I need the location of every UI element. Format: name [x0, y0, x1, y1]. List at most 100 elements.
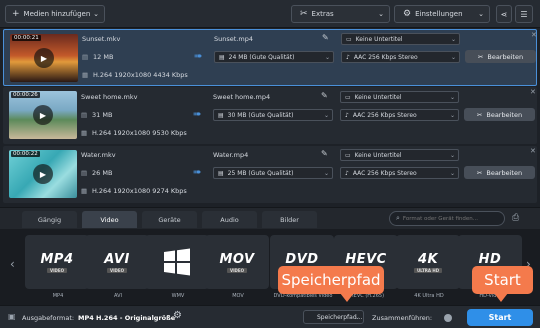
mp4-logo-icon: MP4 VIDEO: [25, 235, 89, 289]
edit-button[interactable]: ✂ Bearbeiten: [464, 108, 535, 121]
scissors-icon: ✂: [476, 168, 483, 177]
format-tile-avi[interactable]: AVI VIDEO AVI: [85, 235, 151, 299]
file-size-icon: ▤: [81, 169, 88, 177]
format-label: AVI: [114, 293, 122, 299]
convert-arrow-icon: ➠: [194, 51, 203, 62]
chevron-down-icon: ⌄: [450, 53, 456, 61]
subtitle-select[interactable]: ▭ Keine Untertitel ⌄: [340, 91, 459, 103]
chevron-down-icon: ⌄: [478, 10, 484, 18]
format-tile-4k[interactable]: 4K ULTRA HD 4K Ultra HD: [396, 235, 462, 299]
codec-info: H.264 1920x1080 9274 Kbps: [92, 187, 187, 195]
codec-icon: ▦: [81, 129, 88, 137]
tab-video[interactable]: Video: [82, 211, 137, 228]
audio-select[interactable]: ♪ AAC 256 Kbps Stereo ⌄: [341, 51, 460, 63]
tab-common[interactable]: Gängig: [22, 211, 77, 228]
remove-file-icon[interactable]: ✕: [530, 147, 536, 155]
edit-button[interactable]: ✂ Bearbeiten: [464, 166, 535, 179]
remove-file-icon[interactable]: ✕: [530, 88, 536, 96]
play-icon[interactable]: ▶: [34, 48, 54, 68]
audio-select[interactable]: ♪ AAC 256 Kbps Stereo ⌄: [340, 109, 459, 121]
tab-devices[interactable]: Geräte: [142, 211, 197, 228]
pencil-icon[interactable]: ✎: [322, 33, 329, 42]
add-media-button[interactable]: + Medien hinzufügen ⌄: [5, 5, 105, 23]
tab-images[interactable]: Bilder: [262, 211, 317, 228]
audio-select[interactable]: ♪ AAC 256 Kbps Stereo ⌄: [340, 167, 459, 179]
output-size-icon: ▤: [218, 111, 224, 119]
edit-button-label: Bearbeiten: [487, 52, 524, 61]
tools-icon: ✂: [300, 9, 308, 19]
format-tile-wmv[interactable]: WMV: [145, 235, 211, 299]
start-callout-text: Start: [484, 271, 521, 289]
tab-audio[interactable]: Audio: [202, 211, 257, 228]
subtitle-select[interactable]: ▭ Keine Untertitel ⌄: [340, 149, 459, 161]
output-name: Sunset.mp4: [214, 35, 253, 43]
video-thumbnail[interactable]: 00:00:21 ▶: [10, 34, 78, 82]
save-path-select[interactable]: Speicherpfad... ⌄: [303, 310, 364, 324]
subtitle-value: Keine Untertitel: [355, 35, 403, 43]
subtitle-icon: ▭: [345, 93, 351, 101]
play-icon[interactable]: ▶: [33, 105, 53, 125]
output-size-select[interactable]: ▤ 30 MB (Gute Qualität) ⌄: [213, 109, 333, 121]
file-size: 31 MB: [92, 111, 113, 119]
subtitle-icon: ▭: [345, 151, 351, 159]
output-settings-gear-icon[interactable]: ⚙: [173, 310, 182, 321]
settings-button[interactable]: ⚙ Einstellungen ⌄: [394, 5, 490, 23]
file-row[interactable]: 00:00:22 ▶ Water.mkv ▤ 26 MB ▦ H.264 192…: [3, 146, 537, 203]
chevron-down-icon: ⌄: [450, 35, 456, 43]
pencil-icon[interactable]: ✎: [321, 149, 328, 158]
file-name: Sunset.mkv: [82, 35, 121, 43]
file-row[interactable]: 00:00:26 ▶ Sweet home.mkv ▤ 31 MB ▦ H.26…: [3, 87, 537, 144]
edit-button-label: Bearbeiten: [486, 110, 523, 119]
search-input[interactable]: [402, 215, 498, 222]
share-button[interactable]: ⋖: [496, 5, 512, 23]
output-size-select[interactable]: ▤ 24 MB (Gute Qualität) ⌄: [214, 51, 334, 63]
format-tile-mp4[interactable]: MP4 VIDEO MP4: [25, 235, 91, 299]
extras-label: Extras: [311, 10, 334, 18]
menu-button[interactable]: ☰: [515, 5, 533, 23]
output-format-label: Ausgabeformat:: [22, 314, 75, 322]
chevron-down-icon: ⌄: [354, 313, 360, 321]
subtitle-value: Keine Untertitel: [354, 93, 402, 101]
pencil-icon[interactable]: ✎: [321, 91, 328, 100]
search-icon: ⌕: [396, 214, 400, 222]
format-label: WMV: [171, 293, 185, 299]
file-name: Sweet home.mkv: [81, 93, 138, 101]
merge-toggle[interactable]: [444, 314, 452, 322]
subtitle-icon: ▭: [346, 35, 352, 43]
output-size-select[interactable]: ▤ 25 MB (Gute Qualität) ⌄: [213, 167, 333, 179]
convert-arrow-icon: ➠: [193, 109, 202, 120]
output-size-value: 25 MB (Gute Qualität): [227, 169, 294, 177]
windows-flag-icon: [164, 248, 190, 276]
subtitle-select[interactable]: ▭ Keine Untertitel ⌄: [341, 33, 460, 45]
video-thumbnail[interactable]: 00:00:22 ▶: [9, 150, 77, 198]
scissors-icon: ✂: [477, 52, 484, 61]
audio-icon: ♪: [345, 111, 349, 119]
file-size: 12 MB: [93, 53, 114, 61]
chevron-down-icon: ⌄: [449, 151, 455, 159]
play-icon[interactable]: ▶: [33, 164, 53, 184]
chevron-down-icon: ⌄: [449, 111, 455, 119]
file-name: Water.mkv: [81, 151, 116, 159]
edit-button[interactable]: ✂ Bearbeiten: [465, 50, 536, 63]
remove-file-icon[interactable]: ✕: [531, 31, 537, 39]
video-thumbnail[interactable]: 00:00:26 ▶: [9, 91, 77, 139]
settings-label: Einstellungen: [415, 10, 463, 18]
device-detect-icon[interactable]: ⎙: [512, 213, 519, 223]
format-tile-mov[interactable]: MOV VIDEO MOV: [205, 235, 271, 299]
chevron-down-icon: ⌄: [378, 10, 384, 18]
search-field[interactable]: ⌕: [389, 211, 505, 226]
extras-button[interactable]: ✂ Extras ⌄: [291, 5, 390, 23]
start-callout-pointer: [494, 293, 508, 302]
file-row[interactable]: 00:00:21 ▶ Sunset.mkv ▤ 12 MB ▦ H.264 19…: [3, 29, 537, 86]
format-label: MP4: [52, 293, 64, 299]
scroll-left-icon[interactable]: ‹: [10, 257, 15, 271]
start-button[interactable]: Start: [467, 309, 533, 326]
audio-icon: ♪: [345, 169, 349, 177]
add-media-label: Medien hinzufügen: [23, 10, 91, 18]
audio-value: AAC 256 Kbps Stereo: [353, 53, 418, 61]
chevron-down-icon: ⌄: [449, 93, 455, 101]
start-callout: Start: [472, 266, 533, 294]
windows-logo-icon: [145, 235, 209, 289]
file-size: 26 MB: [92, 169, 113, 177]
share-icon: ⋖: [500, 9, 508, 19]
